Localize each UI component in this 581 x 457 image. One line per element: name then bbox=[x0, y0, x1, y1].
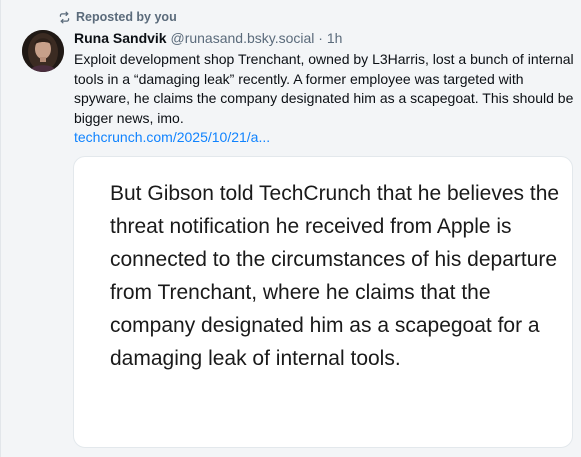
post-link[interactable]: techcrunch.com/2025/10/21/a... bbox=[74, 128, 574, 148]
separator-dot: · bbox=[318, 30, 323, 46]
author-handle[interactable]: @runasand.bsky.social bbox=[170, 30, 314, 46]
author-name[interactable]: Runa Sandvik bbox=[74, 30, 167, 46]
post-body: Exploit development shop Trenchant, owne… bbox=[74, 50, 574, 148]
embedded-image-card[interactable]: But Gibson told TechCrunch that he belie… bbox=[73, 156, 573, 448]
post-header: Runa Sandvik @runasand.bsky.social · 1h bbox=[74, 30, 342, 46]
repost-icon bbox=[58, 11, 71, 24]
avatar[interactable] bbox=[22, 30, 64, 72]
repost-indicator[interactable]: Reposted by you bbox=[58, 10, 177, 24]
embedded-image-text: But Gibson told TechCrunch that he belie… bbox=[110, 182, 560, 370]
post-item[interactable]: Reposted by you Runa Sandvik @runasand.b… bbox=[0, 0, 581, 457]
repost-label: Reposted by you bbox=[76, 10, 177, 24]
post-text: Exploit development shop Trenchant, owne… bbox=[74, 51, 574, 126]
post-timestamp[interactable]: 1h bbox=[327, 30, 343, 46]
